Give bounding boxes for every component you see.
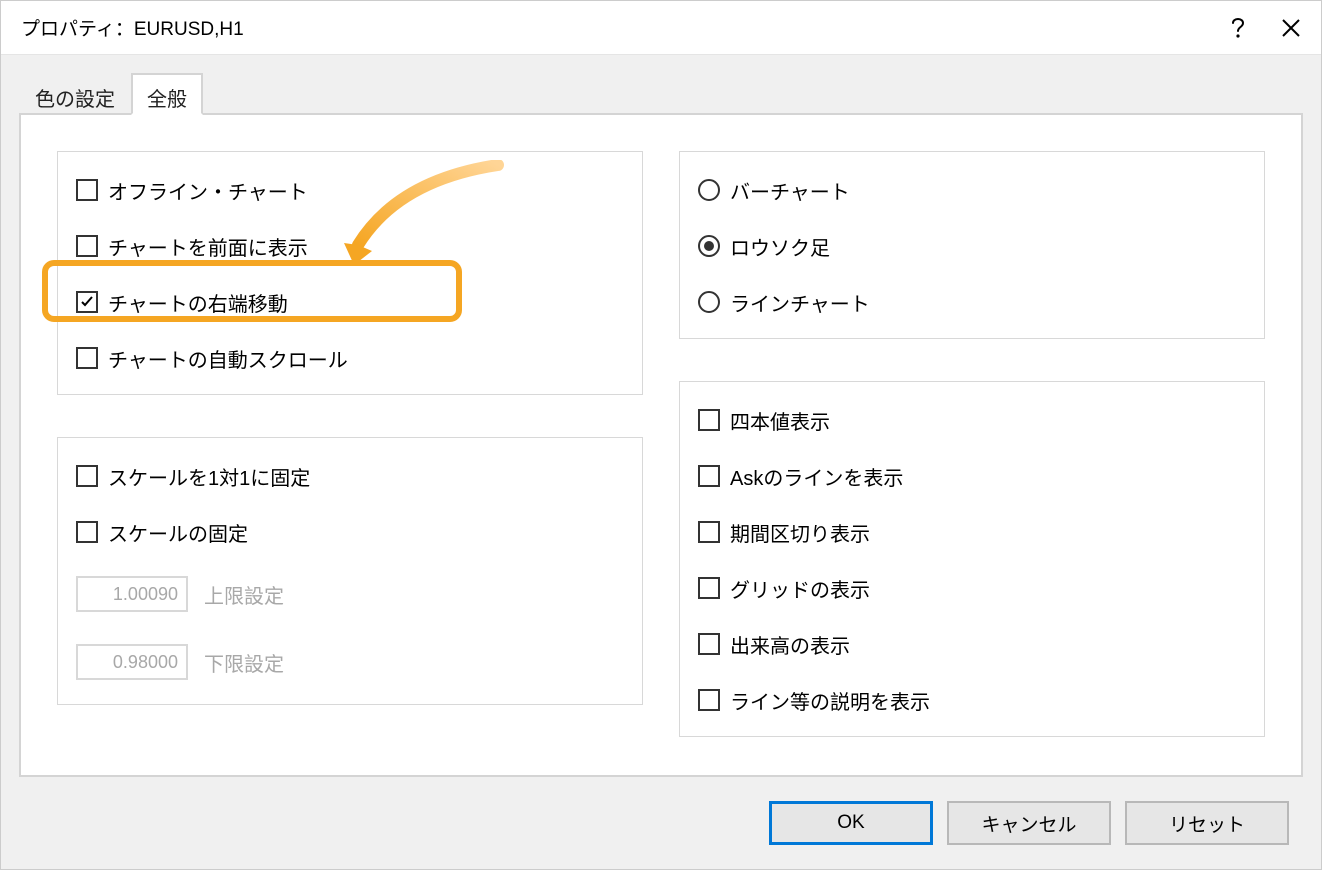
upper-limit-row: 上限設定	[76, 576, 624, 612]
checkbox-show-ohlc[interactable]: 四本値表示	[698, 408, 1246, 432]
radio-icon[interactable]	[698, 179, 720, 201]
right-column: バーチャート ロウソク足 ラインチャート	[679, 151, 1265, 739]
checkbox-scale-1to1[interactable]: スケールを1対1に固定	[76, 464, 624, 488]
close-icon[interactable]	[1261, 1, 1321, 54]
titlebar: プロパティ：EURUSD,H1	[1, 1, 1321, 55]
checkbox-label: チャートの右端移動	[108, 288, 288, 317]
checkbox-label: チャートを前面に表示	[108, 232, 308, 261]
radio-icon[interactable]	[698, 291, 720, 313]
scale-group: スケールを1対1に固定 スケールの固定 上限設定 下限設定	[57, 437, 643, 705]
ok-button[interactable]: OK	[769, 801, 933, 845]
checkbox-icon[interactable]	[76, 235, 98, 257]
tab-general[interactable]: 全般	[131, 73, 203, 115]
radio-label: ロウソク足	[730, 232, 830, 261]
checkbox-label: スケールを1対1に固定	[108, 462, 310, 491]
window-title: プロパティ：EURUSD,H1	[21, 14, 1215, 41]
display-options-group: 四本値表示 Askのラインを表示 期間区切り表示 グリッドの表示	[679, 381, 1265, 737]
checkbox-label: オフライン・チャート	[108, 176, 308, 205]
checkbox-icon[interactable]	[698, 577, 720, 599]
checkbox-label: グリッドの表示	[730, 574, 870, 603]
radio-bar-chart[interactable]: バーチャート	[698, 178, 1246, 202]
checkbox-icon[interactable]	[76, 291, 98, 313]
checkbox-icon[interactable]	[76, 465, 98, 487]
dialog-body: 色の設定 全般 オフライン・チャート チャートを前面に表示	[1, 55, 1321, 869]
checkbox-chart-on-foreground[interactable]: チャートを前面に表示	[76, 234, 624, 258]
radio-icon[interactable]	[698, 235, 720, 257]
checkbox-icon[interactable]	[698, 633, 720, 655]
checkbox-label: 期間区切り表示	[730, 518, 870, 547]
cancel-button[interactable]: キャンセル	[947, 801, 1111, 845]
upper-limit-label: 上限設定	[204, 580, 284, 609]
checkbox-icon[interactable]	[698, 465, 720, 487]
help-icon[interactable]	[1215, 1, 1261, 54]
lower-limit-row: 下限設定	[76, 644, 624, 680]
checkbox-icon[interactable]	[76, 521, 98, 543]
checkbox-label: スケールの固定	[108, 518, 248, 547]
checkbox-chart-shift[interactable]: チャートの右端移動	[76, 290, 624, 314]
checkbox-label: ライン等の説明を表示	[730, 686, 930, 715]
checkbox-icon[interactable]	[76, 179, 98, 201]
chart-type-group: バーチャート ロウソク足 ラインチャート	[679, 151, 1265, 339]
checkbox-scale-fix[interactable]: スケールの固定	[76, 520, 624, 544]
tab-panel-general: オフライン・チャート チャートを前面に表示 チャートの右端移動 チャー	[19, 113, 1303, 777]
checkbox-icon[interactable]	[698, 521, 720, 543]
lower-limit-input[interactable]	[76, 644, 188, 680]
tab-colors[interactable]: 色の設定	[19, 73, 131, 115]
checkbox-icon[interactable]	[698, 409, 720, 431]
radio-label: バーチャート	[730, 176, 850, 205]
checkbox-show-object-descriptions[interactable]: ライン等の説明を表示	[698, 688, 1246, 712]
checkbox-label: 四本値表示	[730, 406, 830, 435]
checkbox-offline-chart[interactable]: オフライン・チャート	[76, 178, 624, 202]
tab-row: 色の設定 全般	[19, 73, 1303, 115]
checkbox-show-period-separators[interactable]: 期間区切り表示	[698, 520, 1246, 544]
dialog-footer: OK キャンセル リセット	[19, 793, 1303, 853]
upper-limit-input[interactable]	[76, 576, 188, 612]
checkbox-icon[interactable]	[698, 689, 720, 711]
checkbox-show-grid[interactable]: グリッドの表示	[698, 576, 1246, 600]
reset-button[interactable]: リセット	[1125, 801, 1289, 845]
checkbox-label: 出来高の表示	[730, 630, 850, 659]
checkbox-label: チャートの自動スクロール	[108, 344, 348, 373]
radio-candlestick[interactable]: ロウソク足	[698, 234, 1246, 258]
checkbox-label: Askのラインを表示	[730, 462, 903, 491]
radio-line-chart[interactable]: ラインチャート	[698, 290, 1246, 314]
lower-limit-label: 下限設定	[204, 648, 284, 677]
properties-dialog: プロパティ：EURUSD,H1 色の設定 全般 オフライン・チャート	[0, 0, 1322, 870]
checkbox-icon[interactable]	[76, 347, 98, 369]
radio-label: ラインチャート	[730, 288, 870, 317]
chart-options-group: オフライン・チャート チャートを前面に表示 チャートの右端移動 チャー	[57, 151, 643, 395]
checkbox-show-volume[interactable]: 出来高の表示	[698, 632, 1246, 656]
checkbox-show-ask-line[interactable]: Askのラインを表示	[698, 464, 1246, 488]
checkbox-chart-autoscroll[interactable]: チャートの自動スクロール	[76, 346, 624, 370]
left-column: オフライン・チャート チャートを前面に表示 チャートの右端移動 チャー	[57, 151, 643, 739]
